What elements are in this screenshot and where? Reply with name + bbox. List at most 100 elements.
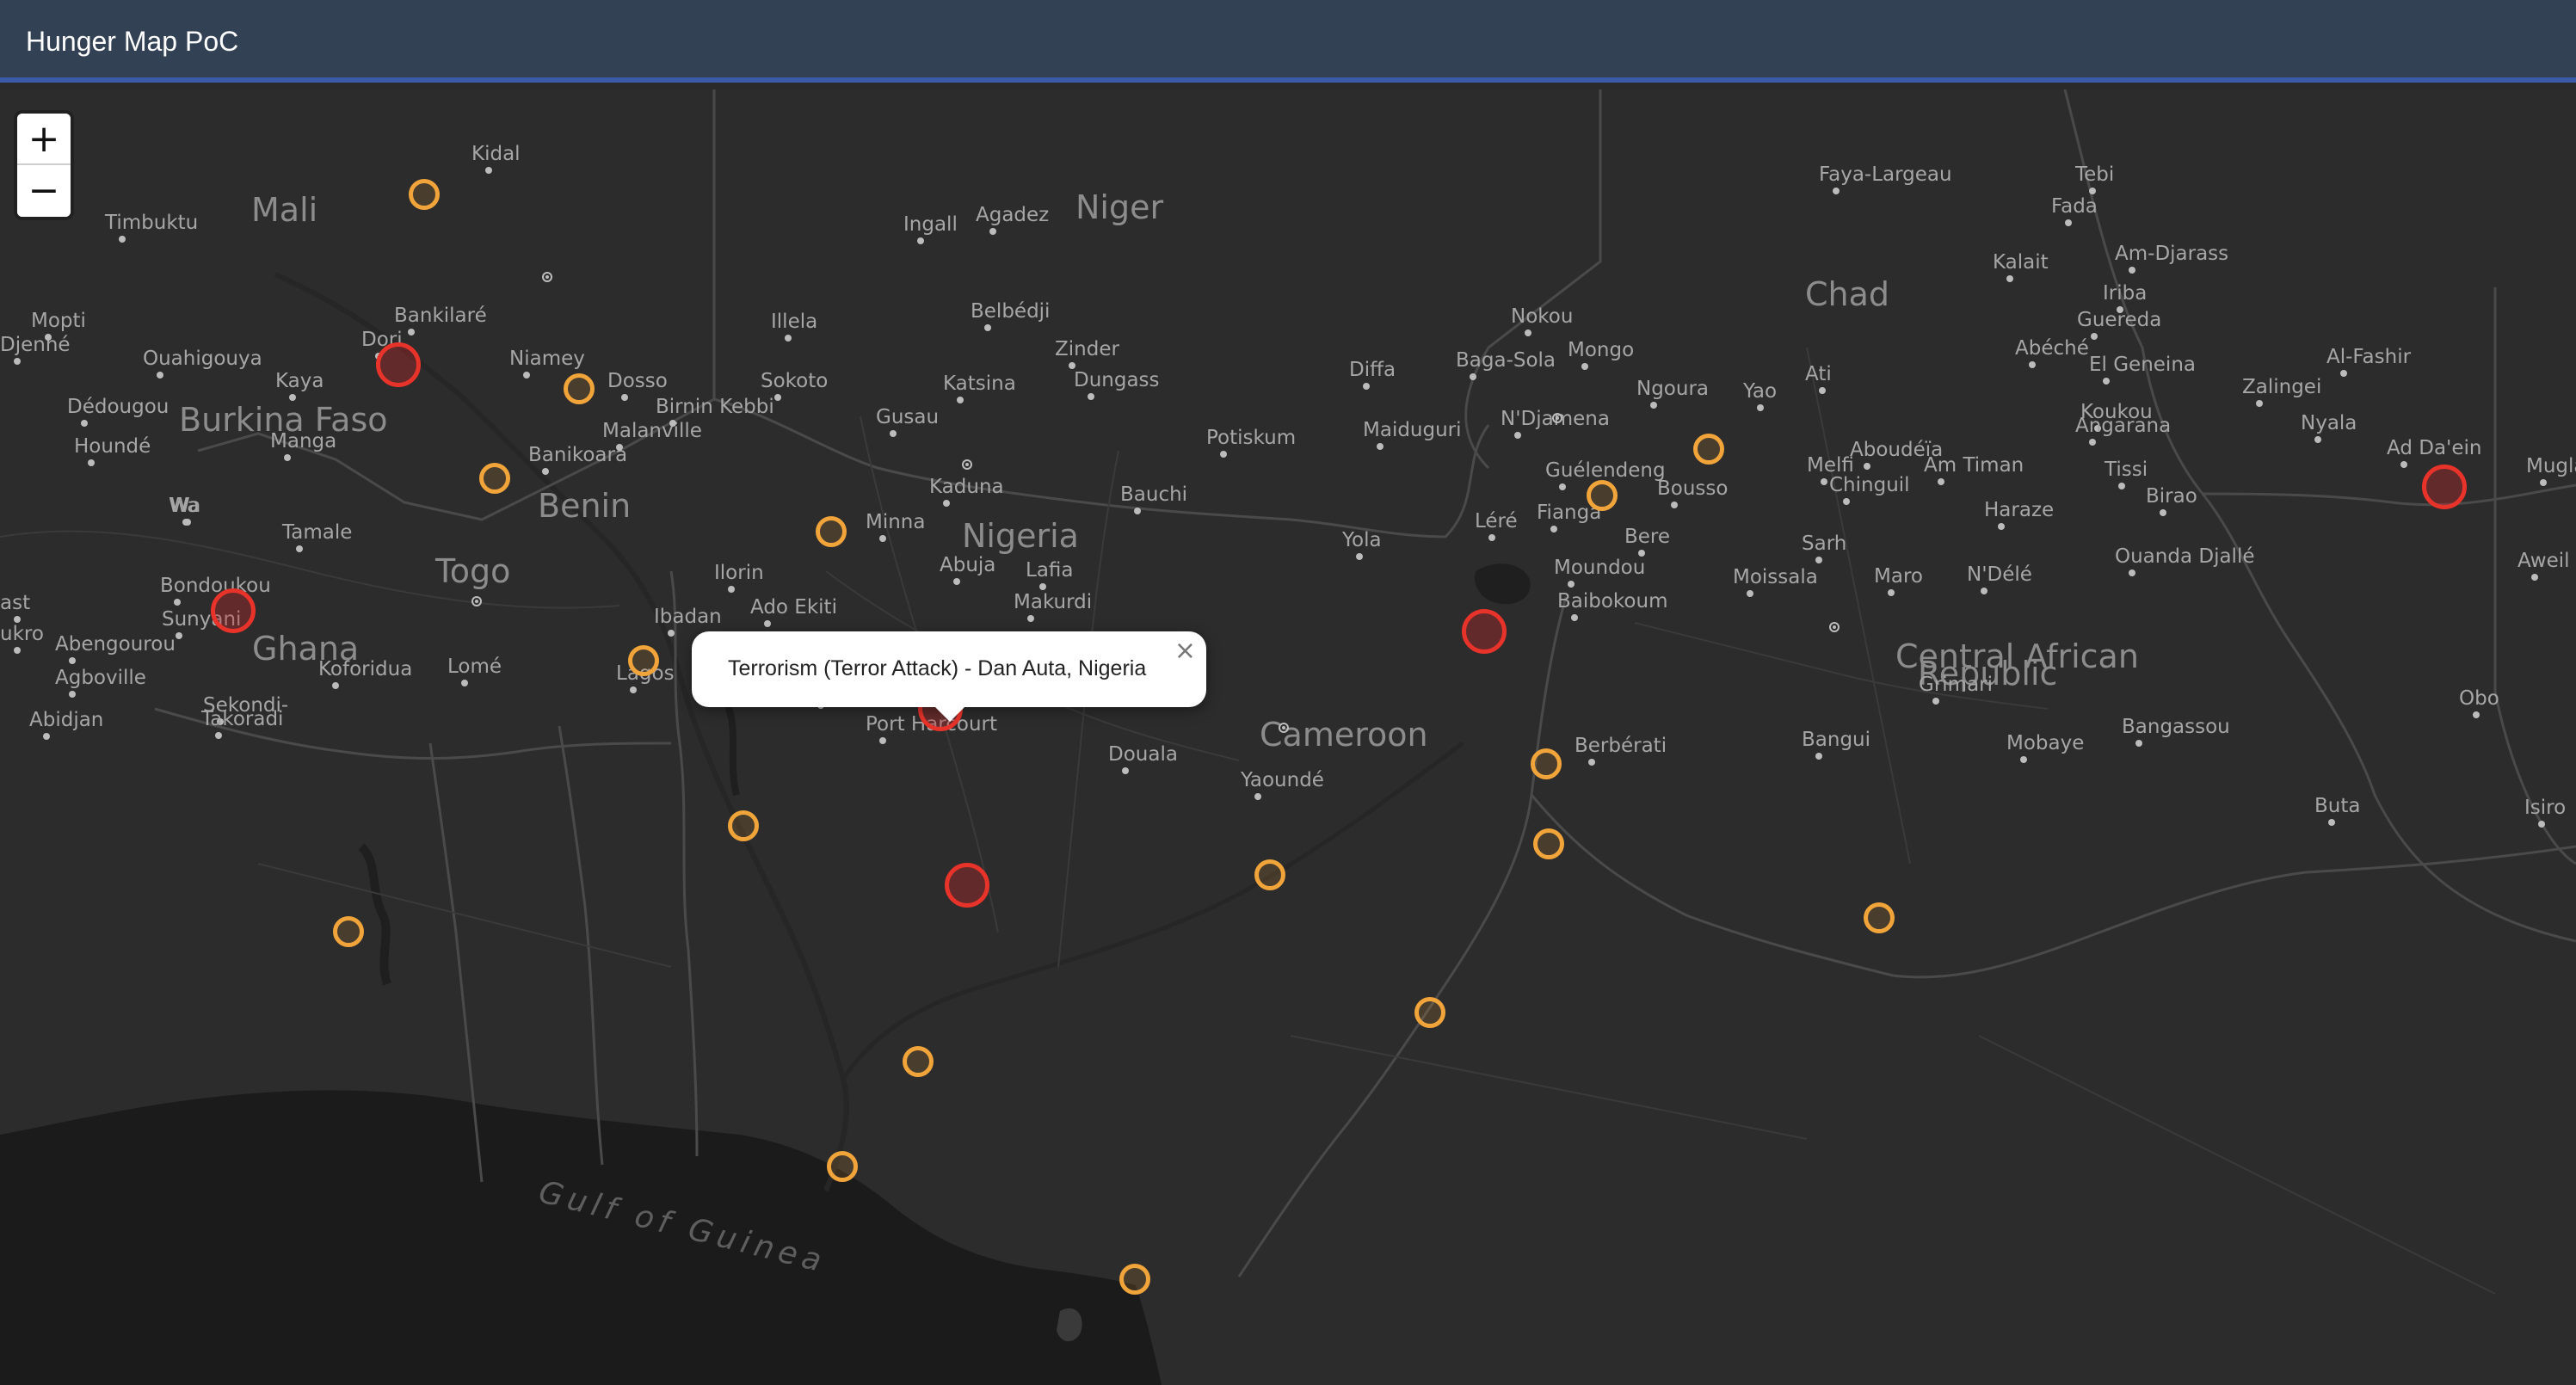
popup-close-button[interactable]: × <box>1174 638 1196 664</box>
zoom-out-button[interactable]: − <box>17 165 71 217</box>
city-label: Guereda <box>2077 309 2162 331</box>
city-label: Mobaye <box>2006 732 2085 754</box>
event-marker-orange[interactable] <box>1254 859 1285 890</box>
event-marker-orange[interactable] <box>409 179 440 210</box>
event-marker-orange[interactable] <box>816 516 847 547</box>
city-dot <box>1571 614 1578 621</box>
city-label: Gusau <box>876 406 940 428</box>
event-marker-red[interactable] <box>376 342 421 387</box>
city-dot <box>2328 819 2335 826</box>
city-dot <box>774 394 781 401</box>
city-label: Lomé <box>447 656 502 678</box>
event-marker-red[interactable] <box>211 588 256 633</box>
event-marker-red[interactable] <box>945 863 989 908</box>
city-label: Belbédji <box>971 300 1051 323</box>
city-label: Timbuktu <box>105 212 199 234</box>
city-dot <box>2473 711 2480 718</box>
popup-text: Terrorism (Terror Attack) - Dan Auta, Ni… <box>728 656 1147 680</box>
event-popup: Terrorism (Terror Attack) - Dan Auta, Ni… <box>692 631 1206 722</box>
city-label: Agboville <box>55 667 146 689</box>
event-marker-orange[interactable] <box>1531 748 1562 779</box>
city-dot <box>2340 370 2347 377</box>
city-dot <box>14 358 21 365</box>
city-label: Tebi <box>2075 163 2115 186</box>
city-label: Houndé <box>74 435 151 458</box>
city-label: Minna <box>866 511 926 533</box>
event-marker-orange[interactable] <box>628 645 659 676</box>
city-dot <box>2129 267 2135 274</box>
city-label: Buta <box>2314 795 2361 817</box>
city-dot <box>1488 534 1495 541</box>
zoom-in-button[interactable]: + <box>17 114 71 165</box>
city-label: Moissala <box>1733 566 1818 588</box>
city-label: Ngoura <box>1636 378 1710 400</box>
city-dot <box>668 630 675 637</box>
city-dot <box>1981 588 1987 594</box>
city-dot <box>1650 402 1657 409</box>
city-dot <box>485 167 492 174</box>
event-marker-orange[interactable] <box>1414 997 1445 1028</box>
city-label: Isiro <box>2524 797 2567 819</box>
city-dot <box>616 444 623 451</box>
city-dot <box>984 324 991 331</box>
city-label: Potiskum <box>1206 427 1297 449</box>
event-marker-orange[interactable] <box>1864 902 1895 933</box>
city-dot <box>1819 387 1826 394</box>
event-marker-orange[interactable] <box>827 1151 858 1182</box>
city-label: Léré <box>1475 510 1518 532</box>
event-marker-orange[interactable] <box>564 373 595 404</box>
city-label: Yao <box>1743 380 1778 403</box>
country-label: Mali <box>251 191 318 229</box>
event-marker-orange[interactable] <box>728 810 759 841</box>
city-label: ukro <box>0 623 44 645</box>
city-label: Makurdi <box>1014 591 1093 613</box>
city-dot <box>1363 383 1370 390</box>
city-dot <box>1514 432 1521 439</box>
city-dot <box>174 599 181 606</box>
city-dot <box>1254 793 1261 800</box>
city-label: Baibokoum <box>1557 590 1668 612</box>
city-dot <box>14 616 21 623</box>
city-dot <box>542 468 549 475</box>
map-container[interactable]: Mali Niger Chad Burkina Faso Benin Togo Ghana N… <box>0 89 2576 1385</box>
city-dot <box>2135 740 2142 747</box>
city-label: Grimari <box>1919 674 1994 696</box>
city-label: Agadez <box>976 204 1050 226</box>
city-dot <box>1998 523 2005 530</box>
event-marker-red[interactable] <box>1462 609 1507 654</box>
city-dot <box>1559 483 1566 490</box>
city-dot <box>764 620 771 627</box>
city-label: Fada <box>2051 195 2098 218</box>
event-marker-orange[interactable] <box>903 1046 934 1077</box>
capital-dot <box>542 272 552 282</box>
city-dot <box>1815 557 1822 563</box>
city-dot <box>1525 329 1531 336</box>
city-dot <box>2103 378 2110 385</box>
city-dot <box>621 394 628 401</box>
app-title[interactable]: Hunger Map PoC <box>26 26 238 58</box>
city-dot <box>14 647 21 654</box>
city-label: Chinguil <box>1829 474 1910 496</box>
event-marker-orange[interactable] <box>333 916 364 947</box>
country-label: Niger <box>1075 188 1164 226</box>
city-label: Maro <box>1874 565 1923 588</box>
country-label: Togo <box>435 552 511 590</box>
city-label: Malanville <box>602 420 702 442</box>
city-label: Lafia <box>1026 559 1074 582</box>
city-label: Abengourou <box>55 633 176 656</box>
city-label: Takoradi <box>201 708 284 730</box>
event-marker-orange[interactable] <box>1533 828 1564 859</box>
event-marker-orange[interactable] <box>1587 480 1618 511</box>
city-label: Djenné <box>0 334 71 356</box>
city-dot <box>1833 188 1840 194</box>
city-label: Wa <box>169 495 200 517</box>
event-marker-red[interactable] <box>2422 465 2467 509</box>
city-dot <box>1932 698 1939 705</box>
city-label: Bousso <box>1657 477 1729 500</box>
event-marker-orange[interactable] <box>1693 434 1724 465</box>
event-marker-orange[interactable] <box>1119 1264 1150 1295</box>
city-dot <box>1638 550 1645 557</box>
capital-dot <box>962 459 972 470</box>
event-marker-orange[interactable] <box>479 463 510 494</box>
city-dot <box>69 691 76 698</box>
